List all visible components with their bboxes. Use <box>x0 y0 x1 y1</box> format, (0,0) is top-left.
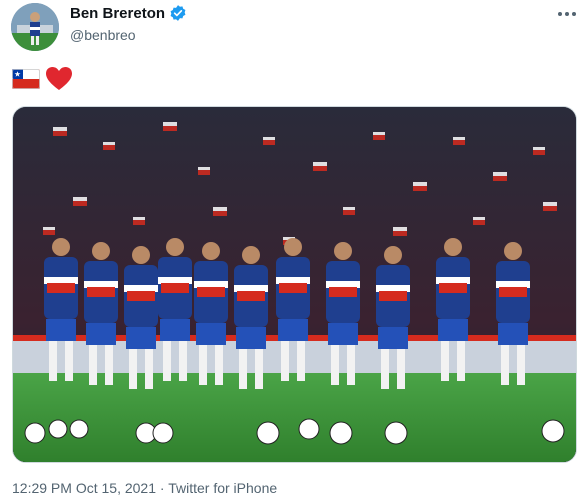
timestamp-time[interactable]: 12:29 PM <box>12 480 72 496</box>
red-heart-icon <box>46 67 72 90</box>
display-name[interactable]: Ben Brereton <box>70 5 165 22</box>
meta-separator: · <box>159 480 165 496</box>
tweet-metadata: 12:29 PM Oct 15, 2021 · Twitter for iPho… <box>12 480 277 496</box>
verified-badge-icon <box>169 4 187 22</box>
tweet-text <box>12 66 73 92</box>
source-link[interactable]: Twitter for iPhone <box>168 480 277 496</box>
chile-flag-icon <box>12 69 40 89</box>
more-options-icon[interactable] <box>553 2 581 26</box>
author-name-row[interactable]: Ben Brereton <box>70 4 187 22</box>
tweet-photo[interactable] <box>12 106 577 463</box>
timestamp-date[interactable]: Oct 15, 2021 <box>76 480 156 496</box>
avatar[interactable] <box>11 3 59 51</box>
handle[interactable]: @benbreo <box>70 27 136 43</box>
